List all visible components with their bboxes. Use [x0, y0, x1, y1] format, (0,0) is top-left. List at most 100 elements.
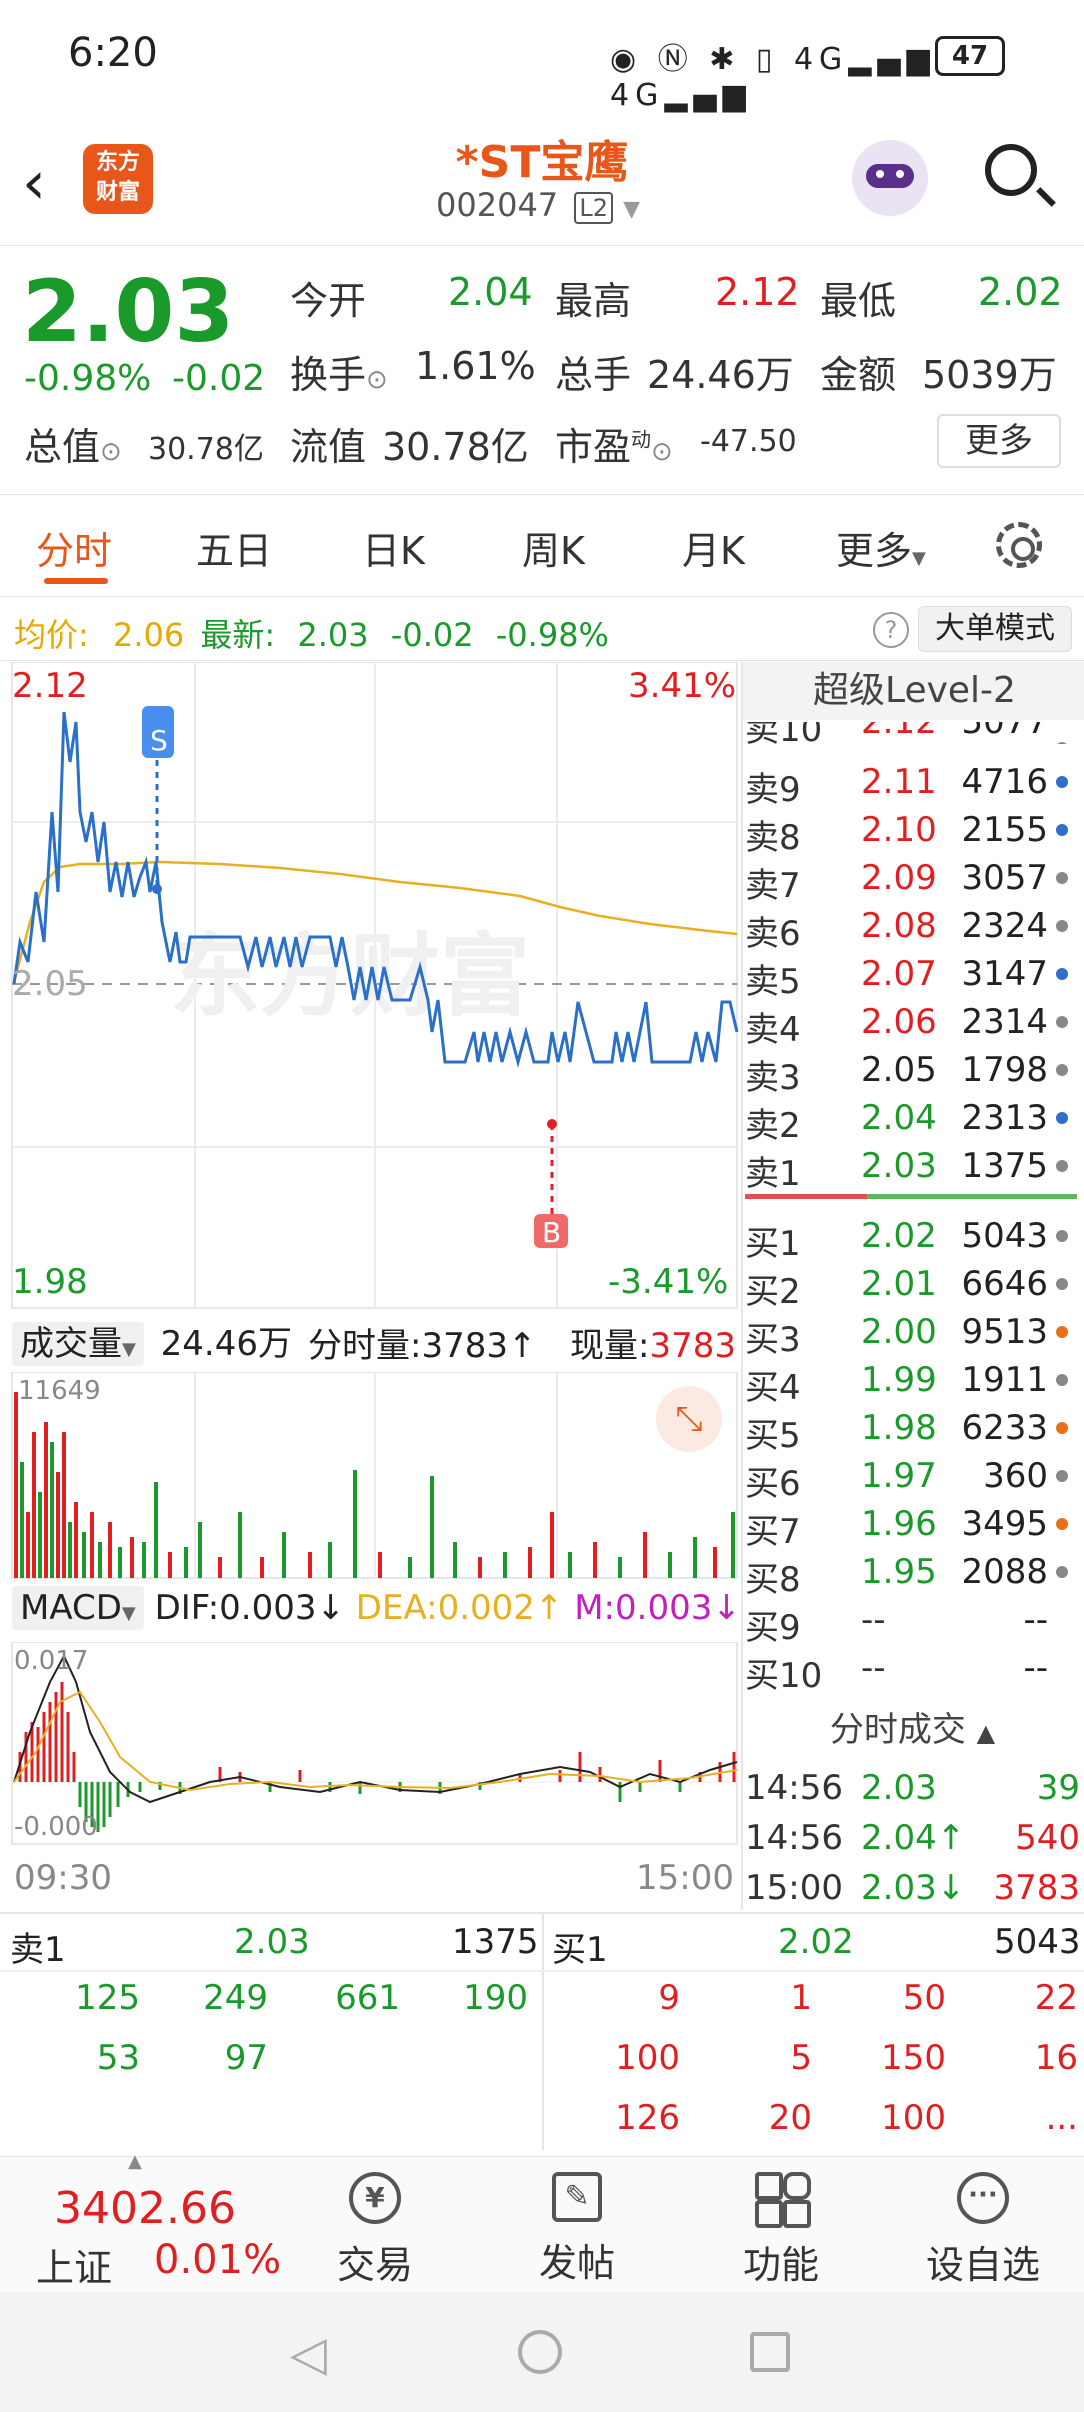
ask-volume: 3147 — [961, 954, 1048, 994]
pct-axis-top: 3.41% — [628, 666, 737, 706]
trades-header[interactable]: 分时成交 ▲ — [745, 1702, 1080, 1751]
queue-bid-order: 22 — [1034, 1978, 1078, 2018]
tab-post[interactable]: ✎ 发帖 — [512, 2172, 642, 2287]
ask-row[interactable]: 卖5 2.07 3147 — [745, 948, 1080, 1002]
order-dot-icon — [1056, 1374, 1068, 1386]
ask-row[interactable]: 卖10 2.12 5077 — [745, 722, 1080, 744]
bid-row[interactable]: 买5 1.98 6233 — [745, 1402, 1080, 1456]
queue-bid-order: 100 — [615, 2038, 680, 2078]
nav-recents-icon[interactable] — [750, 2332, 790, 2372]
macd-indicator-select[interactable]: MACD▼ — [12, 1586, 144, 1630]
bid-volume: 2088 — [961, 1552, 1048, 1592]
bid-volume: 5043 — [961, 1216, 1048, 1256]
search-icon[interactable] — [985, 144, 1056, 207]
queue-bid-order: 20 — [768, 2098, 812, 2138]
bid-row[interactable]: 买3 2.00 9513 — [745, 1306, 1080, 1360]
macd-dea: DEA:0.002↑ — [355, 1588, 564, 1628]
ask-row[interactable]: 卖2 2.04 2313 — [745, 1092, 1080, 1146]
stock-code-row[interactable]: 002047 L2 ▼ — [436, 186, 640, 224]
tab-functions[interactable]: 功能 — [716, 2172, 846, 2289]
tab-watchlist[interactable]: ··· 设自选 — [918, 2172, 1048, 2289]
grid-icon — [755, 2172, 811, 2228]
tab-intraday[interactable]: 分时 — [36, 520, 112, 575]
bid-price: -- — [861, 1600, 886, 1640]
order-dot-icon — [1056, 776, 1068, 788]
bid-row[interactable]: 买2 2.01 6646 — [745, 1258, 1080, 1312]
low-value: 2.02 — [978, 270, 1063, 314]
ask-row[interactable]: 卖9 2.11 4716 — [745, 756, 1080, 810]
ask-row[interactable]: 卖8 2.10 2155 — [745, 804, 1080, 858]
tab-weekly-k[interactable]: 周K — [522, 520, 585, 575]
bid-row[interactable]: 买9 -- -- — [745, 1594, 1080, 1648]
volume-axis-max: 11649 — [18, 1376, 101, 1406]
info-icon: ⊙ — [366, 365, 388, 395]
price-info-bar: 均价: 2.06 最新: 2.03 -0.02 -0.98% ? 大单模式 — [0, 598, 1084, 661]
robot-assistant-icon[interactable] — [852, 140, 928, 216]
bid-row[interactable]: 买6 1.97 360 — [745, 1450, 1080, 1504]
queue-bid-order: 100 — [881, 2098, 946, 2138]
ask-price: 2.08 — [861, 906, 937, 946]
macd-axis-top: 0.017 — [14, 1646, 89, 1676]
queue-bid-order: 9 — [658, 1978, 680, 2018]
tab-five-day[interactable]: 五日 — [196, 520, 272, 575]
big-order-mode-button[interactable]: 大单模式 — [918, 606, 1072, 652]
bid-row[interactable]: 买1 2.02 5043 — [745, 1210, 1080, 1264]
intraday-chart[interactable]: 东方财富 S B — [0, 662, 740, 1310]
tab-trade[interactable]: ¥ 交易 — [310, 2172, 440, 2289]
ask-row[interactable]: 卖6 2.08 2324 — [745, 900, 1080, 954]
ask-volume: 2155 — [961, 810, 1048, 850]
queue-bid-order: 126 — [615, 2098, 680, 2138]
queue-bid-order: 50 — [902, 1978, 946, 2018]
system-nav-bar: ◁ — [0, 2292, 1084, 2412]
macd-header: MACD▼ DIF:0.003↓ DEA:0.002↑ M:0.003↓ — [12, 1586, 741, 1630]
trade-time: 15:00 — [745, 1868, 843, 1908]
more-button[interactable]: 更多 — [937, 414, 1061, 468]
price-axis-top: 2.12 — [12, 666, 88, 706]
queue-ask-label: 卖1 — [10, 1930, 66, 1970]
volume-label: 总手 — [555, 353, 632, 397]
bid-volume: 360 — [983, 1456, 1048, 1496]
index-name: 上证 — [36, 2246, 113, 2290]
price-axis-bottom: 1.98 — [12, 1262, 88, 1302]
ask-volume: 1375 — [961, 1146, 1048, 1186]
bid-volume: 6646 — [961, 1264, 1048, 1304]
nav-back-icon[interactable]: ◁ — [290, 2326, 327, 2382]
ask-row[interactable]: 卖3 2.05 1798 — [745, 1044, 1080, 1098]
float-label: 流值 — [290, 425, 367, 469]
ask-volume: 5077 — [961, 722, 1048, 742]
battery-icon: 47 — [935, 36, 1005, 76]
ask-price: 2.06 — [861, 1002, 937, 1042]
bid-price: 2.00 — [861, 1312, 937, 1352]
index-widget[interactable]: ▲ 3402.66 上证 0.01% — [0, 2151, 300, 2293]
order-dot-icon — [1056, 742, 1068, 744]
help-icon[interactable]: ? — [873, 612, 909, 648]
volume-header: 成交量▼ 24.46万 — [12, 1316, 292, 1366]
tab-more[interactable]: 更多▼ — [836, 520, 926, 575]
bid-row[interactable]: 买8 1.95 2088 — [745, 1546, 1080, 1600]
ask-price: 2.11 — [861, 762, 937, 802]
time-axis-start: 09:30 — [14, 1858, 112, 1898]
order-book-title[interactable]: 超级Level-2 — [743, 662, 1084, 720]
order-dot-icon — [1056, 1278, 1068, 1290]
trade-row: 14:56 2.04↑ 540 — [745, 1812, 1080, 1860]
ask-row[interactable]: 卖1 2.03 1375 — [745, 1140, 1080, 1194]
expand-icon[interactable]: ⤡ — [656, 1386, 722, 1452]
amount-label: 金额 — [820, 353, 897, 397]
tab-daily-k[interactable]: 日K — [362, 520, 425, 575]
tab-post-label: 发帖 — [538, 2241, 615, 2285]
ask-row[interactable]: 卖7 2.09 3057 — [745, 852, 1080, 906]
tab-monthly-k[interactable]: 月K — [682, 520, 745, 575]
bid-price: 2.02 — [861, 1216, 937, 1256]
open-label: 今开 — [290, 279, 367, 323]
nav-home-icon[interactable] — [518, 2330, 562, 2374]
ask-row[interactable]: 卖4 2.06 2314 — [745, 996, 1080, 1050]
volume-indicator-select[interactable]: 成交量▼ — [12, 1322, 144, 1366]
bid-row[interactable]: 买7 1.96 3495 — [745, 1498, 1080, 1552]
bid-row[interactable]: 买10 -- -- — [745, 1642, 1080, 1696]
bid-volume: 3495 — [961, 1504, 1048, 1544]
turnover-label: 换手⊙ — [290, 353, 388, 397]
bid-row[interactable]: 买4 1.99 1911 — [745, 1354, 1080, 1408]
trade-time: 14:56 — [745, 1768, 843, 1808]
price-axis-mid: 2.05 — [12, 964, 88, 1004]
settings-gear-icon[interactable] — [996, 522, 1042, 568]
